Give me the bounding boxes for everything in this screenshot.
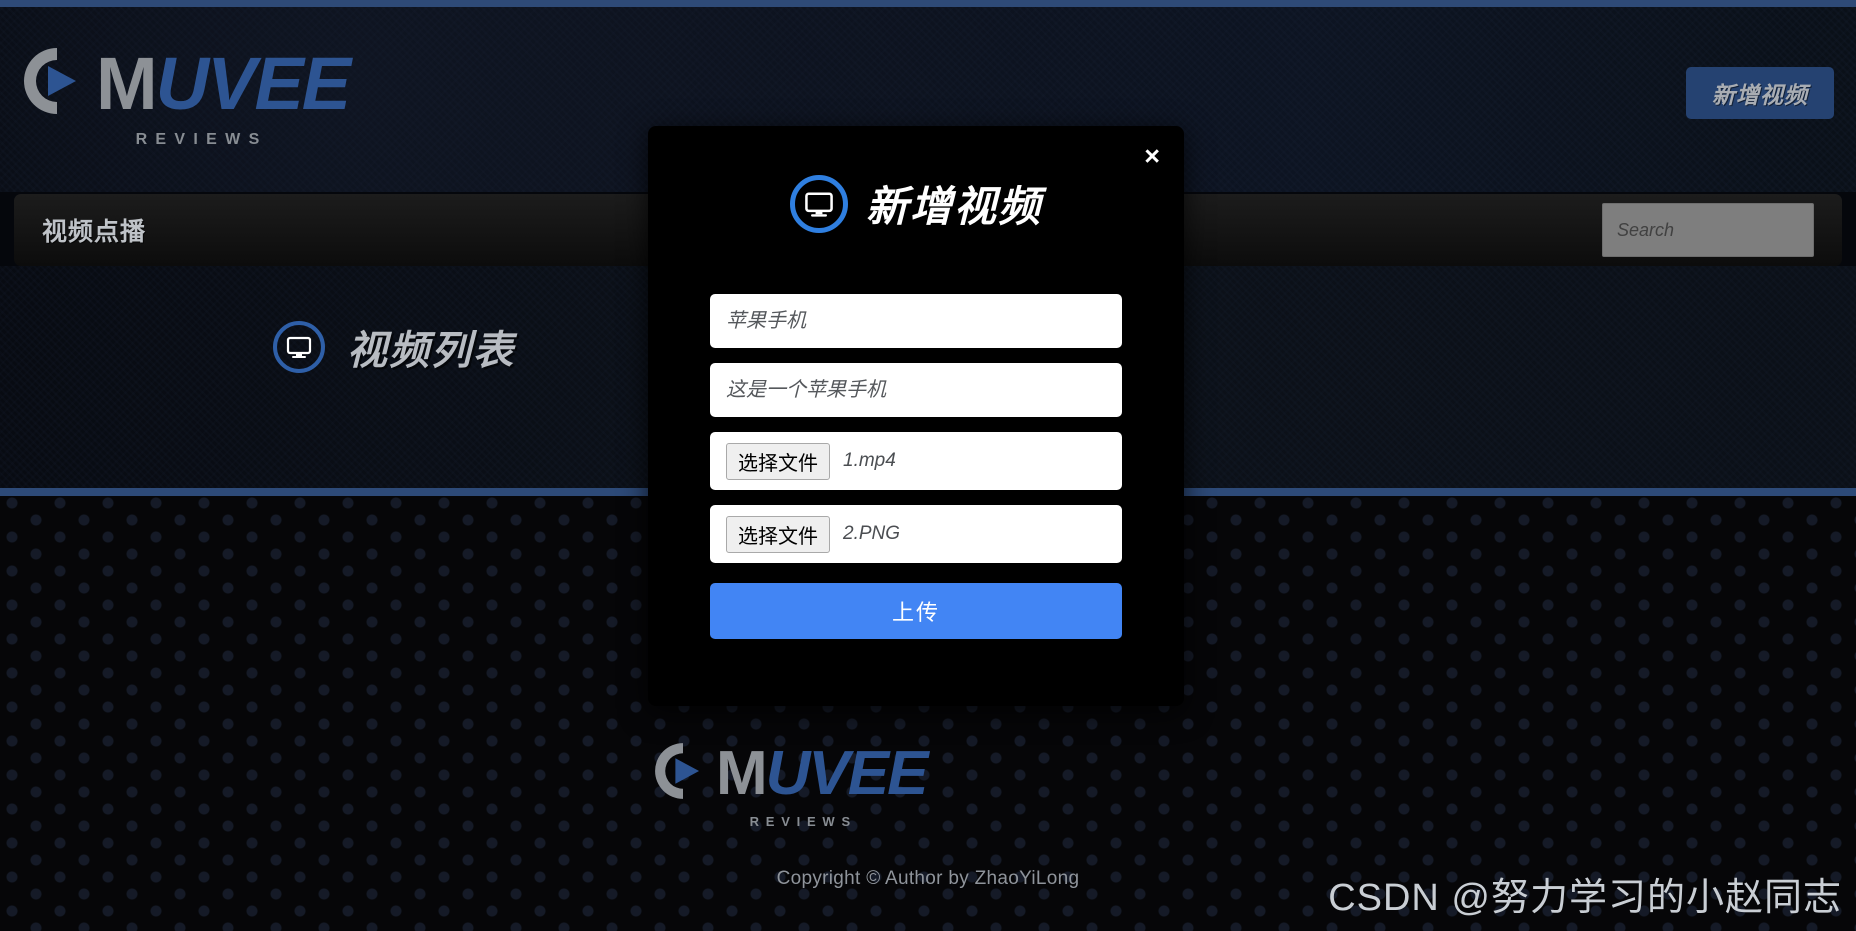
choose-cover-file-button[interactable]: 选择文件 xyxy=(726,515,830,553)
modal-header: 新增视频 xyxy=(648,173,1184,234)
csdn-watermark: CSDN @努力学习的小赵同志 xyxy=(1328,877,1842,919)
logo-wordmark: M UVEE xyxy=(96,41,352,125)
video-description-input[interactable] xyxy=(710,363,1122,417)
logo-subtitle: REVIEWS xyxy=(135,131,268,148)
page-root: MUVEE REVIEWS 新增视频 视频点播 视频列表 xyxy=(0,0,1856,931)
cover-file-input[interactable]: 选择文件 2.PNG xyxy=(710,505,1122,563)
logo-row: M UVEE xyxy=(18,41,352,125)
add-video-modal: × 新增视频 选择文件 1.mp4 选择文件 2.PNG xyxy=(648,126,1184,706)
logo-letter-m: M xyxy=(716,738,768,808)
close-icon[interactable]: × xyxy=(1138,139,1166,174)
header-logo[interactable]: M UVEE REVIEWS xyxy=(18,41,352,149)
section-header: 视频列表 xyxy=(273,318,515,376)
choose-video-file-button[interactable]: 选择文件 xyxy=(726,442,830,480)
monitor-icon xyxy=(273,321,325,373)
search-input[interactable] xyxy=(1602,203,1814,257)
add-video-form: 选择文件 1.mp4 选择文件 2.PNG 上传 xyxy=(710,294,1122,639)
logo-wordmark: M UVEE xyxy=(716,738,929,808)
video-name-input[interactable] xyxy=(710,294,1122,348)
logo-letter-m: M xyxy=(96,41,158,125)
monitor-icon xyxy=(789,174,848,233)
video-file-input[interactable]: 选择文件 1.mp4 xyxy=(710,432,1122,490)
modal-title: 新增视频 xyxy=(865,183,1042,230)
nav-title: 视频点播 xyxy=(42,218,147,246)
logo-letters-uvee: UVEE xyxy=(765,738,929,808)
video-file-name: 1.mp4 xyxy=(843,450,896,471)
play-circle-icon xyxy=(18,42,96,125)
footer-logo[interactable]: M UVEE REVIEWS xyxy=(650,738,929,829)
logo-row: M UVEE xyxy=(650,738,929,809)
cover-file-name: 2.PNG xyxy=(843,523,901,544)
section-title: 视频列表 xyxy=(347,329,515,373)
add-video-button[interactable]: 新增视频 xyxy=(1686,67,1834,119)
logo-subtitle: REVIEWS xyxy=(749,814,857,829)
play-circle-icon xyxy=(650,738,716,809)
upload-button[interactable]: 上传 xyxy=(710,583,1122,639)
logo-letters-uvee: UVEE xyxy=(155,41,352,125)
top-accent-bar xyxy=(0,0,1856,7)
